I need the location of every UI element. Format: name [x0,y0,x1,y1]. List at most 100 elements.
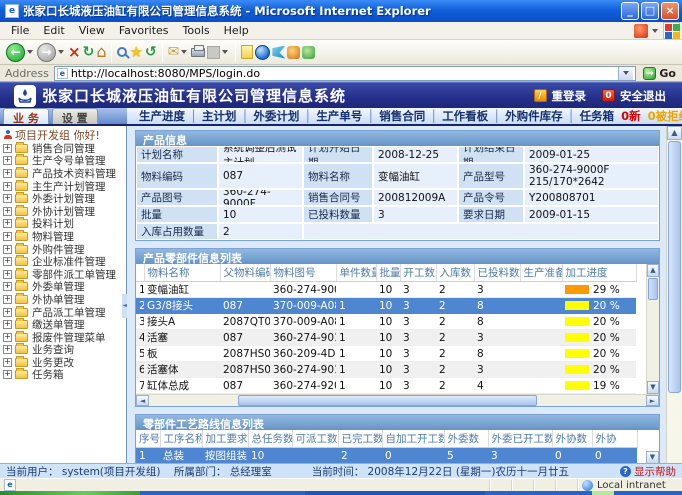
search-button[interactable] [117,47,127,57]
expand-icon[interactable]: + [3,358,12,367]
forward-dropdown-icon[interactable] [58,50,64,54]
table-row[interactable]: 1变幅油缸360-274-9000F10323 29 % [136,282,636,298]
show-help-link[interactable]: ? 显示帮助 [620,464,676,479]
address-dropdown[interactable] [618,67,633,80]
nav-purchased-stock[interactable]: 外购件库存 [505,108,563,124]
plugin-button-2[interactable] [287,46,300,59]
expand-icon[interactable]: + [3,182,12,191]
badge-rejected-count[interactable]: 0被拒绝 [648,108,682,124]
close-button[interactable]: × [661,2,679,20]
browser-plugin-button[interactable] [255,45,270,60]
menu-edit[interactable]: Edit [36,24,71,37]
mail-button[interactable]: ✉ [168,45,180,59]
go-button[interactable]: → Go [640,67,679,80]
parts-list-panel: 产品零部件信息列表 物料名称 父物料编码 物料图号 单件数量 批量 开工数 入库… [135,248,660,407]
expand-icon[interactable]: + [3,270,12,279]
table-row-selected[interactable]: 1 总装 按图组装 10 2 0 5 3 0 0 [136,448,637,464]
expand-icon[interactable]: + [3,156,12,165]
plugin-toolbar-icon[interactable] [634,24,648,38]
expand-icon[interactable]: + [3,232,12,241]
scroll-up-icon[interactable]: ▲ [647,264,659,277]
nav-task-box[interactable]: 任务箱 [580,108,615,124]
expand-icon[interactable]: + [3,194,12,203]
nav-work-board[interactable]: 工作看板 [442,108,488,124]
menu-favorites[interactable]: Favorites [112,24,176,37]
edit-button[interactable] [207,46,220,59]
tab-business[interactable]: 业 务 [3,108,49,124]
nav-production-order[interactable]: 生产单号 [316,108,362,124]
scroll-left-icon[interactable]: ◄ [136,395,149,406]
favorites-button[interactable]: ★ [129,45,142,59]
maximize-button[interactable]: □ [641,2,659,20]
scroll-right-icon[interactable]: ► [646,395,659,406]
relogin-button[interactable]: ∕ 重登录 [534,88,587,104]
tab-settings[interactable]: 设 置 [52,108,98,124]
folder-icon [15,207,28,216]
forward-button[interactable]: → [37,43,56,62]
home-button[interactable]: ⌂ [96,45,106,59]
mail-dropdown-icon[interactable] [181,50,187,54]
tree-item-business-change[interactable]: +业务更改 [2,356,126,369]
parts-header-row: 物料名称 父物料编码 物料图号 单件数量 批量 开工数 入库数 已投料数 生产准… [136,264,636,282]
table-row[interactable]: 4活塞087360-274-9010F110323 20 % [136,330,636,346]
expand-icon[interactable]: + [3,257,12,266]
relogin-label: 重登录 [552,88,587,104]
parts-vertical-scrollbar[interactable]: ▲ ▼ [646,264,659,394]
scroll-thumb[interactable] [648,278,658,300]
back-dropdown-icon[interactable] [27,50,33,54]
menu-view[interactable]: View [72,24,112,37]
expand-icon[interactable]: + [3,308,12,317]
nav-production-progress[interactable]: 生产进度 [139,108,185,124]
expand-icon[interactable]: + [3,295,12,304]
scroll-thumb[interactable] [238,395,536,406]
expand-icon[interactable]: + [3,169,12,178]
scroll-thumb[interactable] [668,141,681,393]
refresh-button[interactable]: ↻ [83,45,95,59]
expand-icon[interactable]: + [3,345,12,354]
nav-outsourcing-plan[interactable]: 外委计划 [253,108,299,124]
table-row[interactable]: 7缸体总成087360-274-9200F110324 19 % [136,378,636,394]
address-input[interactable]: e http://localhost:8080/MPS/login.do [54,66,637,81]
chevron-down-icon [623,71,629,75]
sidebar-collapse-handle[interactable]: ◄ [122,294,127,318]
menu-file[interactable]: File [4,24,36,37]
nav-sales-contract[interactable]: 销售合同 [379,108,425,124]
page-vertical-scrollbar[interactable]: ▲ [666,126,682,463]
scroll-up-icon[interactable]: ▲ [667,126,682,140]
menu-tools[interactable]: Tools [176,24,217,37]
expand-icon[interactable]: + [3,245,12,254]
expand-icon[interactable]: + [3,144,12,153]
progress-bar [565,381,589,390]
expand-icon[interactable]: + [3,282,12,291]
stop-button[interactable]: × [68,45,81,59]
table-row-selected[interactable]: 2G3/8接头087370-009-A0840110328 20 % [136,298,636,314]
plugin-button-3[interactable] [302,46,315,59]
table-row[interactable]: 3接头A2087QT002370-009-A0850110328 20 % [136,314,636,330]
history-button[interactable]: ↺ [145,45,157,59]
menu-help[interactable]: Help [217,24,256,37]
expand-icon[interactable]: + [3,207,12,216]
taskbar-task-button[interactable] [305,491,485,495]
expand-icon[interactable]: + [3,219,12,228]
print-button[interactable] [191,48,205,57]
parts-horizontal-scrollbar[interactable]: ◄ ► [136,394,659,406]
back-button[interactable]: ← [6,43,25,62]
scroll-down-icon[interactable]: ▼ [646,451,659,463]
minimize-button[interactable]: _ [621,2,639,20]
badge-new-count[interactable]: 0新 [621,108,641,124]
expand-icon[interactable]: + [3,370,12,379]
table-row[interactable]: 5板2087HS002360-209-4D010110328 20 % [136,346,636,362]
toolbar-dropdown-icon[interactable] [222,50,228,54]
discuss-button[interactable] [241,45,253,59]
plugin-button-1[interactable] [272,46,285,59]
address-url[interactable]: http://localhost:8080/MPS/login.do [71,67,619,80]
tree-item-task-box[interactable]: +任务箱 [2,369,126,382]
expand-icon[interactable]: + [3,320,12,329]
table-row[interactable]: 6活塞体2087HS002360-274-9011W110323 20 % [136,362,636,378]
plugin-dropdown-icon[interactable] [652,29,658,33]
scroll-down-icon[interactable]: ▼ [647,381,659,394]
expand-icon[interactable]: + [3,333,12,342]
start-button-edge[interactable] [0,491,140,495]
nav-master-plan[interactable]: 主计划 [202,108,237,124]
logout-button[interactable]: 0 安全退出 [602,88,666,104]
